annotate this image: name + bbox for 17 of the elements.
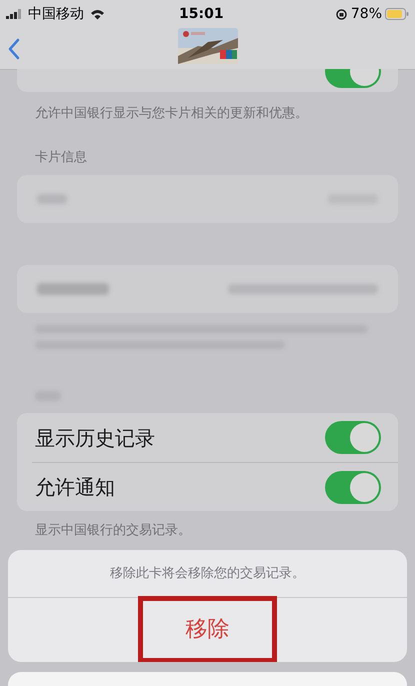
section-header: 卡片信息 [35,148,88,166]
wifi-icon [90,8,105,20]
carrier: 中国移动 [28,4,84,24]
section-footer: 显示中国银行的交易记录。 [35,521,415,540]
battery-percentage: 78% [350,4,382,24]
remove-button[interactable]: 移除 [138,596,277,662]
toggle-switch[interactable] [325,421,381,454]
action-sheet-message: 移除此卡将会移除您的交易记录。 [110,564,305,583]
clock: 15:01 [179,4,224,24]
section-footer: 允许中国银行显示与您卡片相关的更新和优惠。 [35,104,415,124]
setting-label: 显示历史记录 [35,424,155,452]
back-button[interactable] [8,36,22,60]
battery-icon [385,8,409,20]
toggle-switch[interactable] [325,470,381,504]
setting-label: 允许通知 [35,474,115,501]
signal-icon [6,9,24,19]
rotation-lock-icon [336,8,347,20]
